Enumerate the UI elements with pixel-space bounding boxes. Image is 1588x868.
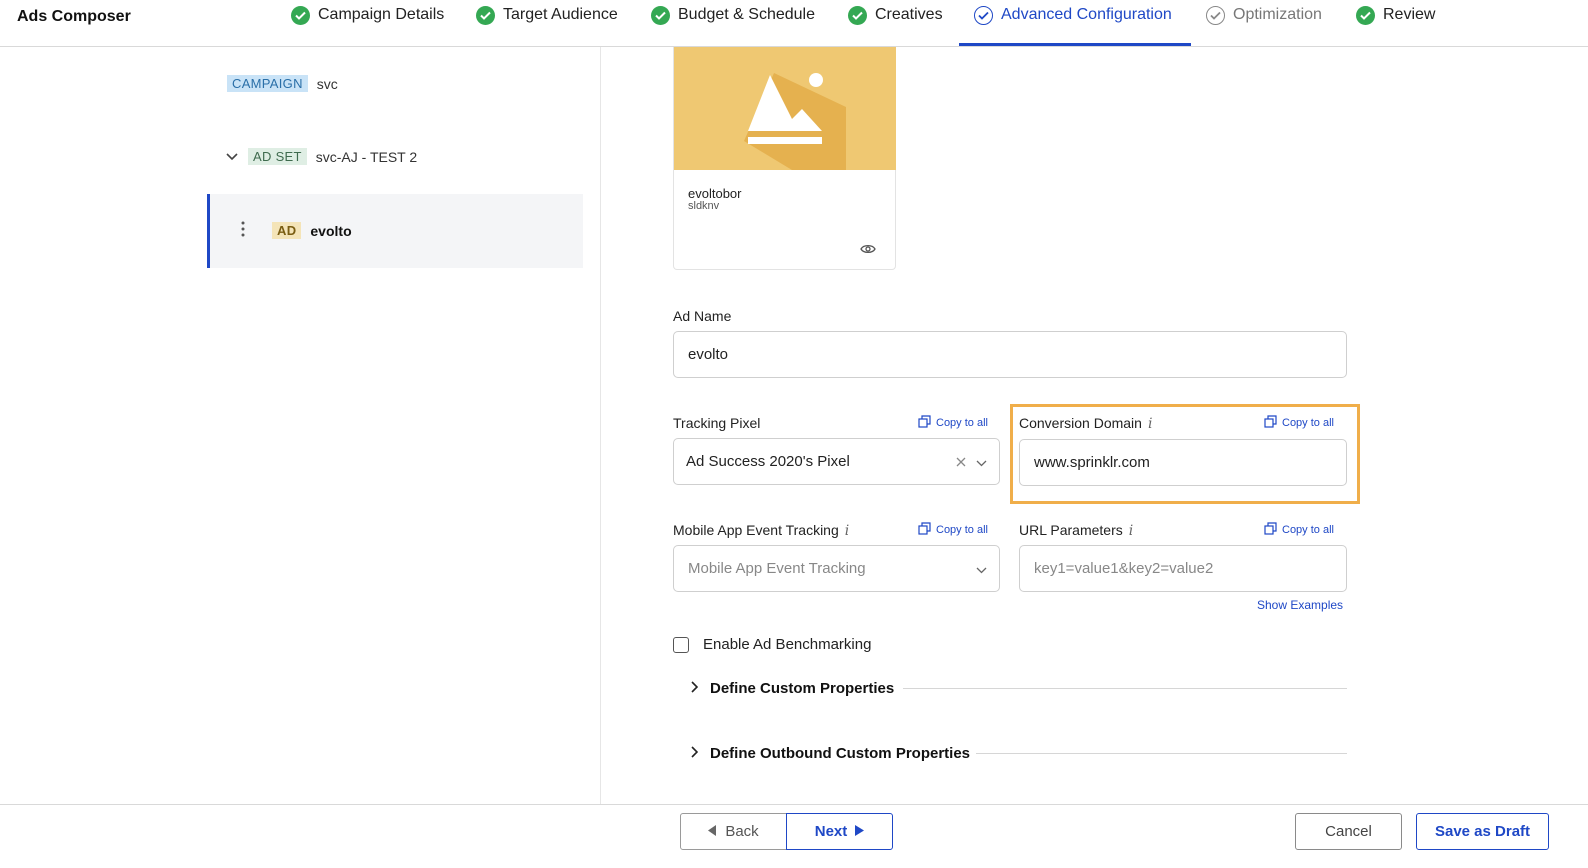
step-review[interactable]: Review bbox=[1356, 0, 1435, 47]
chevron-right-icon bbox=[690, 680, 702, 697]
tracking-pixel-label: Tracking Pixel bbox=[673, 415, 761, 431]
footer-bar: Back Next Cancel Save as Draft bbox=[0, 804, 1588, 868]
step-label: Creatives bbox=[875, 6, 943, 23]
image-placeholder-icon bbox=[674, 47, 896, 170]
chevron-down-icon[interactable] bbox=[976, 561, 987, 578]
ad-name: evolto bbox=[310, 222, 352, 239]
step-budget-schedule[interactable]: Budget & Schedule bbox=[651, 0, 815, 47]
campaign-tag: CAMPAIGN bbox=[227, 75, 308, 92]
tree-adset[interactable]: AD SET svc-AJ - TEST 2 bbox=[225, 148, 417, 165]
step-label: Target Audience bbox=[503, 6, 618, 23]
copy-icon bbox=[918, 415, 931, 431]
mobile-app-event-select[interactable]: Mobile App Event Tracking bbox=[673, 545, 1000, 592]
tracking-pixel-value: Ad Success 2020's Pixel bbox=[686, 453, 850, 470]
define-custom-properties-toggle[interactable]: Define Custom Properties bbox=[690, 680, 894, 697]
ad-tag: AD bbox=[272, 222, 302, 239]
tracking-pixel-copy-to-all[interactable]: Copy to all bbox=[918, 415, 988, 431]
preview-title: evoltobor bbox=[688, 186, 742, 201]
check-circle-outline-icon bbox=[974, 6, 993, 25]
info-icon[interactable]: i bbox=[1129, 523, 1133, 539]
caret-right-icon bbox=[855, 823, 865, 840]
step-advanced-configuration[interactable]: Advanced Configuration bbox=[974, 0, 1172, 47]
conversion-domain-copy-to-all[interactable]: Copy to all bbox=[1264, 415, 1334, 431]
step-label: Advanced Configuration bbox=[1001, 6, 1172, 23]
chevron-down-icon[interactable] bbox=[976, 454, 987, 471]
show-examples-link[interactable]: Show Examples bbox=[1257, 598, 1343, 612]
url-parameters-input[interactable]: key1=value1&key2=value2 bbox=[1019, 545, 1347, 592]
info-icon[interactable]: i bbox=[845, 523, 849, 539]
step-target-audience[interactable]: Target Audience bbox=[476, 0, 618, 47]
step-label: Campaign Details bbox=[318, 6, 445, 23]
mobile-app-copy-to-all[interactable]: Copy to all bbox=[918, 522, 988, 538]
benchmarking-checkbox[interactable] bbox=[673, 637, 689, 653]
copy-icon bbox=[918, 522, 931, 538]
active-step-indicator bbox=[959, 43, 1191, 46]
step-campaign-details[interactable]: Campaign Details bbox=[291, 0, 444, 47]
url-parameters-placeholder: key1=value1&key2=value2 bbox=[1034, 560, 1214, 577]
copy-icon bbox=[1264, 522, 1277, 538]
step-optimization[interactable]: Optimization bbox=[1206, 0, 1322, 47]
preview-subtitle: sldknv bbox=[688, 200, 720, 212]
conversion-domain-input[interactable]: www.sprinklr.com bbox=[1019, 439, 1347, 486]
eye-icon[interactable] bbox=[860, 242, 876, 260]
more-vertical-icon[interactable] bbox=[240, 221, 246, 237]
back-button[interactable]: Back bbox=[680, 813, 787, 850]
chevron-right-icon bbox=[690, 745, 702, 762]
creative-preview-card: evoltobor sldknv bbox=[673, 47, 896, 270]
check-circle-icon bbox=[291, 6, 310, 25]
caret-left-icon bbox=[708, 823, 717, 840]
adset-tag: AD SET bbox=[248, 148, 307, 165]
save-as-draft-button[interactable]: Save as Draft bbox=[1416, 813, 1549, 850]
check-circle-icon bbox=[651, 6, 670, 25]
top-header: Ads Composer Campaign Details Target Aud… bbox=[0, 0, 1588, 47]
mobile-app-placeholder: Mobile App Event Tracking bbox=[688, 560, 866, 577]
step-label: Budget & Schedule bbox=[678, 6, 815, 23]
ad-name-label: Ad Name bbox=[673, 308, 732, 324]
ad-name-input[interactable]: evolto bbox=[673, 331, 1347, 378]
check-circle-icon bbox=[476, 6, 495, 25]
step-label: Optimization bbox=[1233, 6, 1322, 23]
tree-campaign[interactable]: CAMPAIGN svc bbox=[227, 75, 338, 92]
tracking-pixel-select[interactable]: Ad Success 2020's Pixel bbox=[673, 438, 1000, 485]
define-outbound-properties-toggle[interactable]: Define Outbound Custom Properties bbox=[690, 745, 970, 762]
info-icon[interactable]: i bbox=[1148, 416, 1152, 432]
copy-icon bbox=[1264, 415, 1277, 431]
conversion-domain-value: www.sprinklr.com bbox=[1034, 454, 1150, 471]
section-divider bbox=[976, 753, 1347, 754]
conversion-domain-label: Conversion Domain i bbox=[1019, 415, 1153, 432]
mobile-app-label: Mobile App Event Tracking i bbox=[673, 522, 850, 539]
chevron-down-icon[interactable] bbox=[225, 149, 239, 165]
step-label: Review bbox=[1383, 6, 1436, 23]
ad-tree-panel: CAMPAIGN svc AD SET svc-AJ - TEST 2 AD e… bbox=[0, 47, 601, 804]
url-parameters-copy-to-all[interactable]: Copy to all bbox=[1264, 522, 1334, 538]
next-button[interactable]: Next bbox=[786, 813, 893, 850]
clear-icon[interactable] bbox=[956, 454, 966, 471]
step-creatives[interactable]: Creatives bbox=[848, 0, 943, 47]
cancel-button[interactable]: Cancel bbox=[1295, 813, 1402, 850]
url-parameters-label: URL Parameters i bbox=[1019, 522, 1134, 539]
check-circle-outline-icon bbox=[1206, 6, 1225, 25]
check-circle-icon bbox=[848, 6, 867, 25]
app-title: Ads Composer bbox=[17, 8, 131, 25]
tree-ad-selected[interactable]: AD evolto bbox=[207, 194, 583, 268]
check-circle-icon bbox=[1356, 6, 1375, 25]
section-divider bbox=[903, 688, 1347, 689]
benchmarking-label: Enable Ad Benchmarking bbox=[703, 636, 872, 653]
campaign-name: svc bbox=[316, 75, 338, 92]
adset-name: svc-AJ - TEST 2 bbox=[315, 148, 418, 165]
ad-name-value: evolto bbox=[688, 346, 729, 363]
